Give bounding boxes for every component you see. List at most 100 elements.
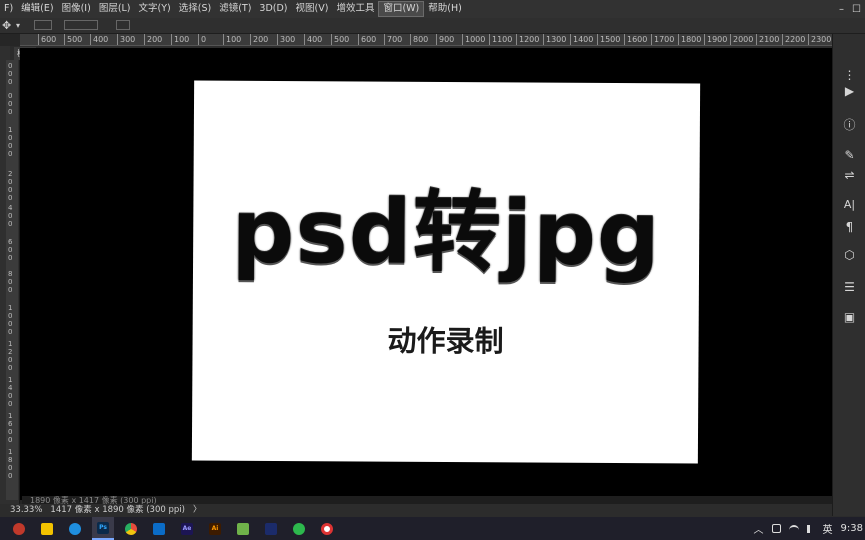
brush-icon[interactable]: ✎	[833, 148, 865, 162]
auto-select-toggle[interactable]	[34, 20, 52, 30]
after-effects-icon[interactable]: Ae	[176, 517, 198, 540]
menu-view[interactable]: 视图(V)	[292, 0, 333, 18]
ruler-tick: 0	[8, 246, 13, 254]
widgets-icon	[13, 522, 25, 535]
document-canvas[interactable]: psd转jpg 动作录制	[191, 80, 701, 464]
edge-browser-icon[interactable]	[64, 517, 86, 540]
paragraph-icon[interactable]: ¶	[833, 220, 865, 234]
ruler-tick: 2	[8, 170, 13, 178]
menu-type[interactable]: 文字(Y)	[135, 0, 175, 18]
ruler-tick: 400	[304, 34, 322, 45]
pen-icon[interactable]	[771, 524, 781, 533]
wechat-icon[interactable]	[288, 517, 310, 540]
ruler-tick: 100	[171, 34, 189, 45]
adjust-icon[interactable]: ⇌	[833, 168, 865, 182]
menu-help[interactable]: 帮助(H)	[424, 0, 466, 18]
ruler-tick: 6	[8, 420, 13, 428]
headline-text: psd转jpg	[231, 179, 662, 286]
menu-window[interactable]: 窗口(W)	[378, 1, 425, 17]
properties-icon[interactable]: ☰	[833, 280, 865, 294]
widgets-icon[interactable]	[8, 517, 30, 540]
vertical-ruler: 0 0 0 0 0 0 1 0 0 0 2 0 0 0 4 0 0 6 0 0 …	[6, 60, 18, 500]
ruler-tick: 0	[8, 150, 13, 158]
minimize-button[interactable]: –	[839, 4, 844, 15]
ruler-tick: 0	[8, 392, 13, 400]
menu-filter[interactable]: 滤镜(T)	[215, 0, 255, 18]
ruler-tick: 0	[8, 286, 13, 294]
ruler-tick: 0	[8, 78, 13, 86]
ruler-tick: 0	[8, 364, 13, 372]
outlook-icon	[153, 522, 165, 535]
character-icon[interactable]: A|	[833, 198, 865, 211]
ruler-tick: 2300	[808, 34, 831, 45]
illustrator-icon[interactable]: Ai	[204, 517, 226, 540]
photoshop-icon[interactable]: Ps	[92, 517, 114, 540]
ruler-tick: 600	[38, 34, 56, 45]
record-icon	[321, 522, 333, 535]
zoom-level[interactable]: 33.33%	[10, 504, 42, 517]
ruler-tick: 0	[8, 328, 13, 336]
taskbar: Ps Ae Ai ︿ 英 9:38	[0, 517, 865, 540]
chevron-down-icon[interactable]: ▾	[16, 21, 20, 30]
outlook-icon[interactable]	[148, 517, 170, 540]
ruler-tick: 2000	[730, 34, 753, 45]
ruler-tick: 0	[8, 436, 13, 444]
status-expand-arrow-icon[interactable]: 〉	[193, 504, 202, 517]
move-tool-icon[interactable]: ✥	[2, 19, 11, 32]
volume-muted-icon[interactable]	[806, 524, 815, 533]
menu-layer[interactable]: 图层(L)	[95, 0, 135, 18]
layers-icon[interactable]: ▣	[833, 310, 865, 324]
ruler-tick: 1400	[570, 34, 593, 45]
ruler-tick: 0	[8, 400, 13, 408]
document-info[interactable]: 1417 像素 x 1890 像素 (300 ppi)	[50, 504, 185, 517]
ruler-tick: 6	[8, 238, 13, 246]
ruler-tick: 0	[8, 108, 13, 116]
menu-bar: F) 编辑(E) 图像(I) 图层(L) 文字(Y) 选择(S) 滤镜(T) 3…	[0, 0, 865, 18]
ruler-tick: 200	[250, 34, 268, 45]
wifi-icon[interactable]	[788, 524, 799, 533]
ruler-tick: 1	[8, 376, 13, 384]
ruler-tick: 2100	[756, 34, 779, 45]
menu-plugins[interactable]: 增效工具	[332, 0, 378, 18]
ruler-tick: 500	[331, 34, 349, 45]
ruler-tick: 1800	[678, 34, 701, 45]
panel-menu-icon[interactable]: ⋮	[833, 68, 865, 82]
menu-3d[interactable]: 3D(D)	[255, 0, 291, 18]
3d-cube-icon[interactable]: ⬡	[833, 248, 865, 262]
ruler-tick: 0	[8, 194, 13, 202]
ruler-tick: 0	[8, 254, 13, 262]
menu-file[interactable]: F)	[0, 0, 17, 18]
file-explorer-icon	[41, 522, 53, 535]
restore-button[interactable]: ☐	[852, 4, 861, 15]
ruler-tick: 2	[8, 348, 13, 356]
ruler-tick: 1600	[624, 34, 647, 45]
ruler-tick: 0	[8, 278, 13, 286]
clock[interactable]: 9:38	[841, 523, 863, 534]
notes-icon[interactable]	[232, 517, 254, 540]
transform-controls-toggle[interactable]	[116, 20, 130, 30]
file-explorer-icon[interactable]	[36, 517, 58, 540]
menu-select[interactable]: 选择(S)	[175, 0, 215, 18]
ruler-tick: 1100	[489, 34, 512, 45]
ruler-tick: 0	[8, 142, 13, 150]
system-tray: ︿ 英 9:38	[754, 517, 863, 540]
layer-select-dropdown[interactable]	[64, 20, 98, 30]
app-icon	[265, 522, 277, 535]
chrome-icon[interactable]	[120, 517, 142, 540]
ruler-tick: 0	[8, 178, 13, 186]
record-icon[interactable]	[316, 517, 338, 540]
info-icon[interactable]: ⓘ	[833, 116, 865, 133]
ruler-tick: 200	[144, 34, 162, 45]
ruler-tick: 300	[277, 34, 295, 45]
menu-image[interactable]: 图像(I)	[58, 0, 95, 18]
menu-edit[interactable]: 编辑(E)	[17, 0, 57, 18]
app-icon[interactable]	[260, 517, 282, 540]
play-action-icon[interactable]: ▶	[833, 84, 865, 98]
input-method-indicator[interactable]: 英	[823, 521, 833, 536]
ruler-tick: 1700	[651, 34, 674, 45]
tray-chevron-icon[interactable]: ︿	[754, 521, 764, 536]
ruler-tick: 600	[358, 34, 376, 45]
ruler-tick: 900	[436, 34, 454, 45]
horizontal-ruler: 600 500 400 300 200 100 0 100 200 300 40…	[20, 34, 832, 46]
ruler-tick: 1900	[704, 34, 727, 45]
